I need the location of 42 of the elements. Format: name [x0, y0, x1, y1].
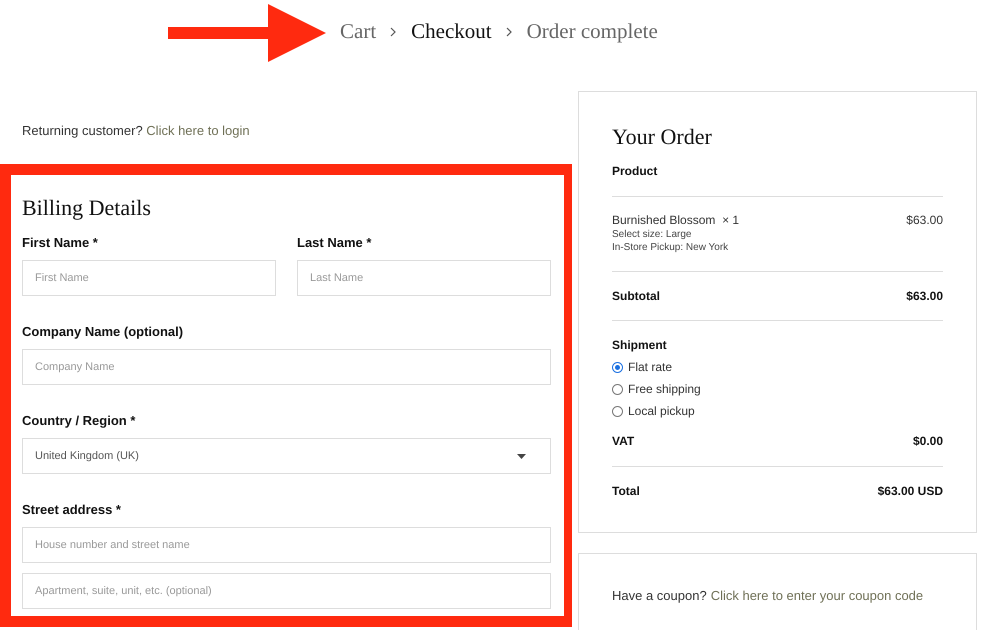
order-title: Your Order: [612, 124, 713, 150]
chevron-icon: [506, 26, 513, 36]
shipment-label: Shipment: [612, 338, 667, 352]
shipping-option[interactable]: Flat rate: [612, 360, 943, 374]
input-field[interactable]: First Name: [22, 260, 276, 296]
breadcrumb-step[interactable]: Cart: [340, 19, 376, 44]
radio-button[interactable]: [612, 406, 623, 416]
breadcrumb-step[interactable]: Order complete: [526, 19, 658, 44]
returning-customer-text: Returning customer?: [22, 123, 143, 138]
login-link[interactable]: Click here to login: [146, 123, 250, 138]
input-field[interactable]: Apartment, suite, unit, etc. (optional): [22, 573, 551, 609]
product-name: Burnished Blossom × 1: [612, 213, 740, 227]
subtotal-value: $63.00: [906, 289, 943, 303]
product-price: $63.00: [906, 213, 943, 227]
field-label: Last Name *: [297, 235, 372, 250]
shipping-option[interactable]: Local pickup: [612, 404, 943, 418]
arrow-icon: [168, 4, 326, 62]
input-field[interactable]: House number and street name: [22, 527, 551, 563]
chevron-icon: [390, 26, 398, 36]
country-select[interactable]: United Kingdom (UK): [22, 438, 551, 474]
caret-icon: [517, 454, 526, 458]
input-field[interactable]: Last Name: [297, 260, 551, 296]
radio-button[interactable]: [612, 362, 623, 372]
product-detail: In-Store Pickup: New York: [612, 242, 730, 253]
breadcrumb-step[interactable]: Checkout: [411, 19, 492, 44]
vat-value: $0.00: [912, 434, 943, 448]
column-header: Product: [612, 164, 658, 178]
field-label: First Name *: [22, 235, 99, 250]
subtotal-label: Subtotal: [612, 289, 660, 303]
coupon-text: Have a coupon?: [612, 588, 707, 605]
billing-title: Billing Details: [22, 195, 152, 221]
input-field[interactable]: Company Name: [22, 349, 551, 385]
total-value: $63.00 USD: [878, 484, 943, 498]
radio-button[interactable]: [612, 384, 623, 394]
vat-label: VAT: [612, 434, 634, 448]
field-label: Country / Region *: [22, 413, 136, 428]
field-label: Street address *: [22, 502, 122, 517]
product-detail: Select size: Large: [612, 229, 692, 240]
field-label: Company Name (optional): [22, 324, 184, 339]
total-label: Total: [612, 484, 640, 498]
shipping-option[interactable]: Free shipping: [612, 382, 943, 396]
coupon-link[interactable]: Click here to enter your coupon code: [710, 588, 924, 630]
